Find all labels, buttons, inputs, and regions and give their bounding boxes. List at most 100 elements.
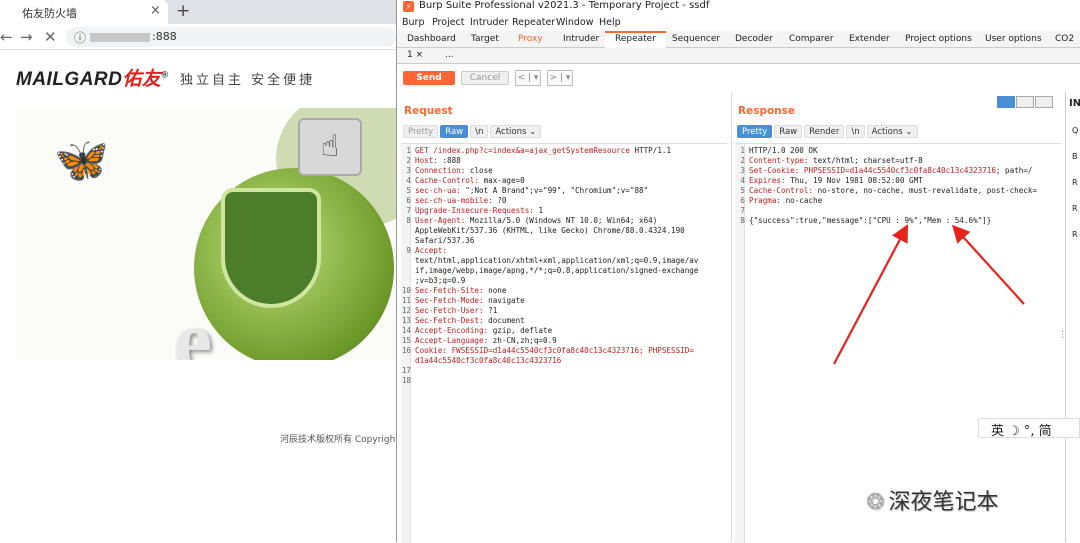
inspector-row[interactable]: Q [1072,126,1078,135]
header-name: Accept-Language: [415,336,493,345]
browser-tab[interactable]: 佑友防火墙 × [0,0,168,24]
subtab-more[interactable]: ... [445,50,454,60]
inspector-title: IN [1069,98,1080,109]
tab-close-icon[interactable]: × [150,3,161,18]
subtab-1[interactable]: 1 × [407,50,423,60]
hero-banner: 🦋 ☝ e [16,108,396,360]
inspector-row[interactable]: R [1072,230,1078,239]
tab-co2[interactable]: CO2 [1055,31,1074,48]
tab-target[interactable]: Target [471,31,499,48]
header-value: Thu, 19 Nov 1981 08:52:00 GMT [790,176,923,185]
tab-dashboard[interactable]: Dashboard [407,31,456,48]
back-icon[interactable]: ← [0,28,13,46]
tab-sequencer[interactable]: Sequencer [672,31,720,48]
response-render-button[interactable]: Render [804,125,845,138]
menu-window[interactable]: Window [556,17,593,28]
send-button[interactable]: Send [403,71,455,85]
header-value: Safari/537.36 [415,236,475,245]
request-editor[interactable]: 1 GET /index.php?c=index&a=ajax_getSystem… [401,143,727,543]
header-name: sec-ch-ua: [415,186,466,195]
copyright-text: 河辰技术版权所有 Copyright © [280,435,411,445]
header-value: :888 [442,156,461,165]
code-line: 4 Cache-Control: max-age=0 [401,176,525,186]
tab-comparer[interactable]: Comparer [789,31,834,48]
layout-side-by-side-icon[interactable] [997,96,1015,108]
line-number: 12 [401,306,411,315]
menu-burp[interactable]: Burp [402,17,424,28]
code-line: Safari/537.36 [401,236,474,246]
layout-tabs-icon[interactable] [1035,96,1053,108]
tab-title: 佑友防火墙 [22,7,77,20]
line-number: 18 [401,376,411,385]
request-newline-button[interactable]: \n [470,125,489,138]
menu-help[interactable]: Help [599,17,621,28]
history-back-button[interactable]: < | ▾ [515,70,541,86]
tab-proxy[interactable]: Proxy [518,31,543,48]
line-number: 4 [740,176,745,185]
tab-intruder[interactable]: Intruder [563,31,599,48]
menu-intruder[interactable]: Intruder [470,17,508,28]
repeater-subtabs: 1 × ... [397,48,1080,64]
tab-project-options[interactable]: Project options [905,31,972,48]
history-forward-button[interactable]: > | ▾ [547,70,573,86]
header-value: max-age=0 [483,176,525,185]
header-value: HTTP/1.1 [629,146,672,155]
header-name: Set-Cookie: [749,166,804,175]
param-value: d1a44c5540cf3c0fa8c40c13c4323716 [415,356,562,365]
line-number: 2 [406,156,411,165]
panel-divider[interactable] [731,92,732,542]
header-name: Connection: [415,166,470,175]
header-value: navigate [488,296,525,305]
response-actions-button[interactable]: Actions ⌄ [866,125,918,138]
header-value: {"success":true,"message":["CPU : 9%","M… [749,216,992,225]
line-number: 9 [406,246,411,255]
forward-icon[interactable]: → [20,28,33,46]
response-pretty-button[interactable]: Pretty [737,125,773,138]
inspector-row[interactable]: R [1072,178,1078,187]
code-line: 8 User-Agent: Mozilla/5.0 (Windows NT 10.… [401,216,657,226]
response-raw-button[interactable]: Raw [774,125,803,138]
code-line: ;v=b3;q=0.9 [401,276,465,286]
request-actions-button[interactable]: Actions ⌄ [490,125,542,138]
tab-extender[interactable]: Extender [849,31,890,48]
logo-brand: 佑友 [122,69,162,90]
param-value: FWSESSID=d1a44c5540cf3c0fa8c40c13c432371… [451,346,694,355]
line-number: 6 [740,196,745,205]
code-line: 7 [735,206,749,216]
menu-project[interactable]: Project [432,17,465,28]
ime-toolbar[interactable]: 英 ☽ °, 简 [978,418,1080,439]
response-view-buttons: Pretty Raw Render \n Actions ⌄ [737,125,920,139]
url-input[interactable]: ⓘ :888 [66,27,396,47]
line-number: 2 [740,156,745,165]
header-value: gzip, deflate [492,326,553,335]
header-value: ";Not A Brand";v="99", "Chromium";v="88" [465,186,649,195]
header-value: no-cache [785,196,823,205]
site-info-icon[interactable]: ⓘ [74,29,86,46]
new-tab-icon[interactable]: + [176,1,190,21]
header-value: Mozilla/5.0 (Windows NT 10.0; Win64; x64… [469,216,658,225]
cursor-key-icon: ☝ [298,118,362,176]
request-raw-button[interactable]: Raw [440,125,469,138]
header-name: Accept: [415,246,448,255]
code-line: 1 GET /index.php?c=index&a=ajax_getSystem… [401,146,671,156]
inspector-row[interactable]: B [1072,152,1078,161]
header-value: none [488,286,507,295]
line-number: 5 [406,186,411,195]
layout-stacked-icon[interactable] [1016,96,1034,108]
code-line: 5 Cache-Control: no-store, no-cache, must… [735,186,1037,196]
response-newline-button[interactable]: \n [846,125,865,138]
line-number: 17 [401,366,411,375]
response-editor[interactable]: 1 HTTP/1.0 200 OK 2 Content-type: text/html… [735,143,1061,543]
header-value: ?1 [488,306,498,315]
cancel-button[interactable]: Cancel [461,71,509,85]
request-pretty-button[interactable]: Pretty [403,125,439,138]
tab-user-options[interactable]: User options [985,31,1042,48]
tab-decoder[interactable]: Decoder [735,31,773,48]
header-value: document [488,316,525,325]
line-number: 13 [401,316,411,325]
stop-icon[interactable]: ✕ [44,28,57,46]
inspector-row[interactable]: R [1072,204,1078,213]
header-value: zh-CN,zh;q=0.9 [492,336,557,345]
tab-repeater[interactable]: Repeater [605,31,666,48]
menu-repeater[interactable]: Repeater [512,17,555,28]
